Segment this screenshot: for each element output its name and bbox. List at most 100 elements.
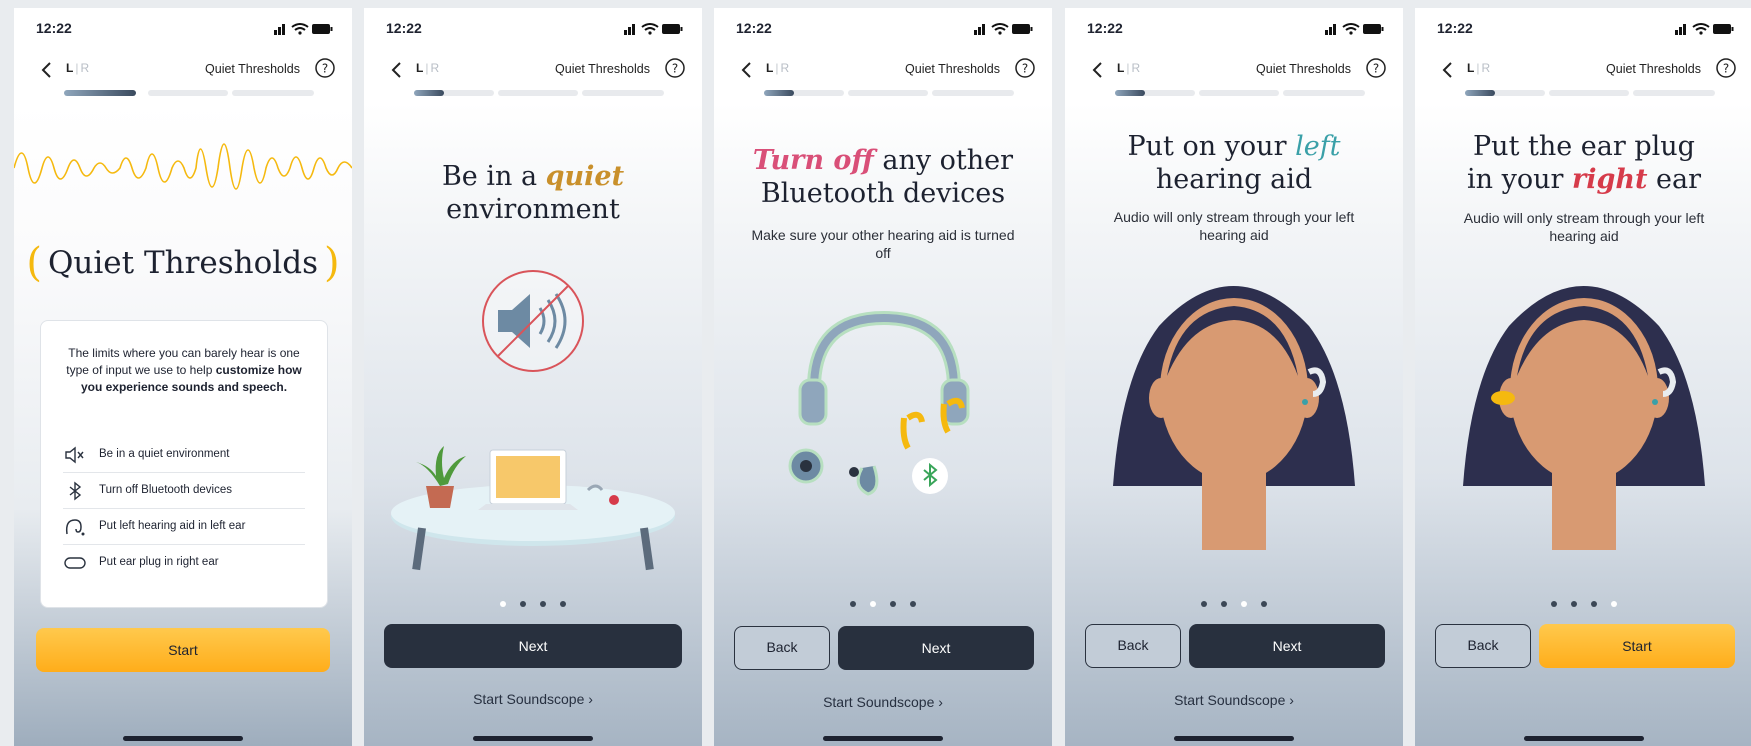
progress-segment-current [764,90,794,96]
progress-segment-current [1465,90,1495,96]
page-dot-active [870,601,876,607]
start-soundscope-link[interactable]: Start Soundscope › [714,694,1052,710]
status-bar: 12:22 [1437,20,1735,40]
checklist: Be in a quiet environment Turn off Bluet… [63,437,305,581]
page-dot [1571,601,1577,607]
bluetooth-devices-illustration [788,310,970,496]
page-dot-active [1241,601,1247,607]
help-circle-icon[interactable]: ? [1715,57,1737,79]
next-button[interactable]: Next [1189,624,1385,668]
info-card: The limits where you can barely hear is … [40,320,328,608]
page-dot [1591,601,1597,607]
hearing-aid-icon [65,519,85,536]
help-circle-icon[interactable]: ? [664,57,686,79]
page-title: Put the ear plug in your right ear [1466,131,1702,195]
nav-title: Quiet Thresholds [1606,62,1701,76]
nav-bar: L | R Quiet Thresholds ? [364,54,702,90]
page-indicator [1065,594,1403,612]
progress-segment [848,90,928,96]
checklist-item-ear-plug: Put ear plug in right ear [63,545,305,581]
page-dot [1261,601,1267,607]
nav-bar: L | R Quiet Thresholds ? [714,54,1052,90]
chevron-left-icon[interactable] [1437,59,1459,81]
chevron-left-icon[interactable] [736,59,758,81]
progress-segment [1199,90,1279,96]
onboarding-progress [64,90,314,96]
ear-left-label: L [766,61,774,75]
ear-left-label: L [416,61,424,75]
help-circle-icon[interactable]: ? [1014,57,1036,79]
ear-selector[interactable]: L | R [1117,61,1140,75]
progress-segment [1283,90,1365,96]
bluetooth-icon [69,481,82,501]
nav-title: Quiet Thresholds [1256,62,1351,76]
status-bar: 12:22 [386,20,684,40]
ear-left-label: L [1117,61,1125,75]
home-indicator [1524,736,1644,741]
home-indicator [823,736,943,741]
back-button[interactable]: Back [1435,624,1531,668]
help-circle-icon[interactable]: ? [1365,57,1387,79]
checklist-item-hearing-aid: Put left hearing aid in left ear [63,509,305,545]
person-right-ear-illustration [1463,286,1705,550]
onboarding-progress [1465,90,1715,96]
status-time: 12:22 [1087,20,1123,36]
ear-left-label: L [1467,61,1475,75]
status-time: 12:22 [36,20,72,36]
ear-selector[interactable]: L | R [66,61,89,75]
chevron-left-icon[interactable] [1087,59,1109,81]
start-soundscope-link[interactable]: Start Soundscope › [1065,692,1403,708]
start-button[interactable]: Start [36,628,330,672]
home-indicator [473,736,593,741]
status-bar: 12:22 [36,20,334,40]
chevron-left-icon[interactable] [36,59,58,81]
screen-quiet-thresholds-intro: 12:22 L | R Quiet Thresholds ? (Quiet Thre… [14,8,352,746]
page-title: (Quiet Thresholds) [26,240,340,286]
status-time: 12:22 [1437,20,1473,36]
progress-segment [498,90,578,96]
page-subtitle: Audio will only stream through your left… [1113,209,1355,243]
ear-selector[interactable]: L | R [766,61,789,75]
page-dot-active [1611,601,1617,607]
chevron-left-icon[interactable] [386,59,408,81]
sound-wave-illustration [14,143,352,190]
screen-left-hearing-aid: 12:22 L | R Quiet Thresholds ? Put on your… [1065,8,1403,746]
next-button[interactable]: Next [838,626,1034,670]
nav-bar: L | R Quiet Thresholds ? [1415,54,1751,90]
progress-segment-current [414,90,444,96]
page-dot [910,601,916,607]
ear-selector[interactable]: L | R [1467,61,1490,75]
desk-laptop-illustration [391,446,675,571]
svg-text:?: ? [322,62,328,76]
status-icons [274,23,333,35]
nav-bar: L | R Quiet Thresholds ? [1065,54,1403,90]
chevron-right-icon: › [588,691,593,707]
page-subtitle: Make sure your other hearing aid is turn… [751,227,1015,261]
page-dot [1201,601,1207,607]
ear-right-label: R [430,61,440,75]
ear-right-label: R [1131,61,1141,75]
page-dot [540,601,546,607]
svg-text:?: ? [1022,62,1028,76]
screen-turn-off-bluetooth: 12:22 L | R Quiet Thresholds ? Turn off an… [714,8,1052,746]
status-time: 12:22 [386,20,422,36]
checklist-item-bluetooth: Turn off Bluetooth devices [63,473,305,509]
nav-title: Quiet Thresholds [205,62,300,76]
status-icons [974,23,1033,35]
ear-right-label: R [1481,61,1491,75]
back-button[interactable]: Back [734,626,830,670]
nav-title: Quiet Thresholds [905,62,1000,76]
help-circle-icon[interactable]: ? [314,57,336,79]
progress-segment [932,90,1014,96]
chevron-right-icon: › [1289,692,1294,708]
back-button[interactable]: Back [1085,624,1181,668]
next-button[interactable]: Next [384,624,682,668]
start-soundscope-link[interactable]: Start Soundscope › [364,691,702,707]
ear-left-label: L [66,61,74,75]
page-dot [560,601,566,607]
page-indicator [714,594,1052,612]
ear-selector[interactable]: L | R [416,61,439,75]
start-button[interactable]: Start [1539,624,1735,668]
progress-segment [582,90,664,96]
progress-segment-current [1115,90,1145,96]
